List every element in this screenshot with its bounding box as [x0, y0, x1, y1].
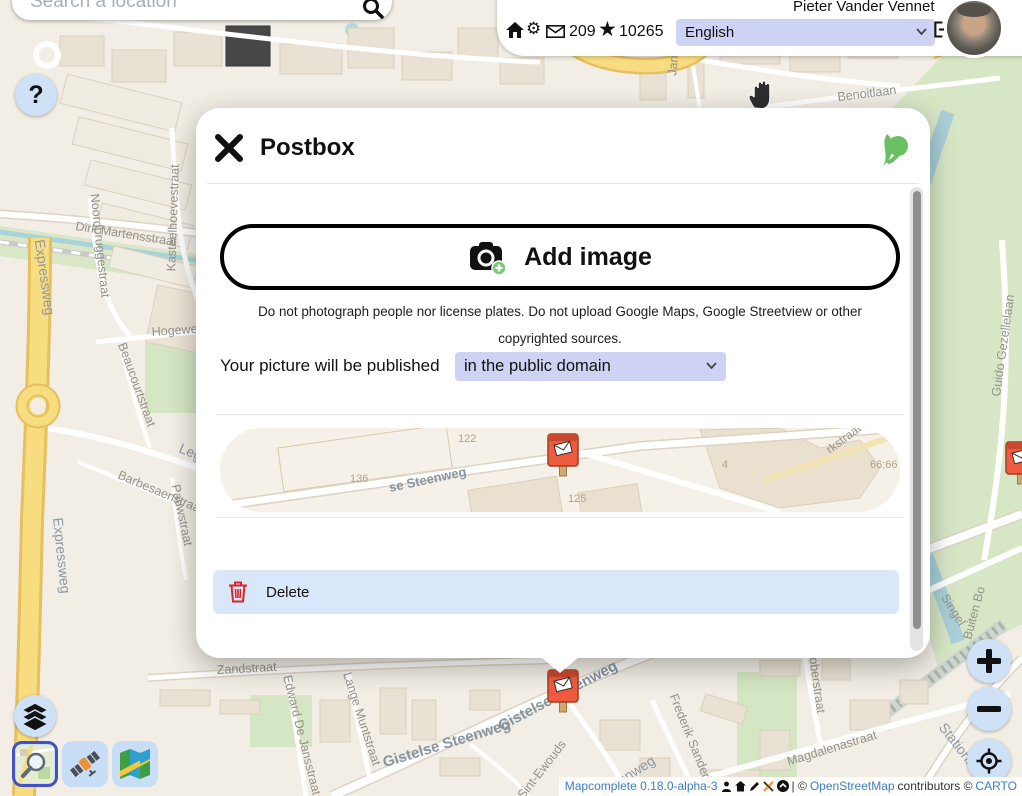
messages-count: 209 [569, 23, 596, 41]
housenumber: 66;66 [870, 459, 898, 471]
folded-map-icon [116, 745, 154, 783]
license-select[interactable]: in the public domain [455, 352, 726, 381]
carto-link[interactable]: CARTO [975, 779, 1017, 793]
search-bar[interactable] [12, 0, 392, 20]
language-select[interactable]: English [676, 19, 935, 46]
trash-icon [228, 581, 248, 603]
plus-icon [977, 649, 1001, 673]
divider [216, 517, 904, 518]
contributors-text: contributors © [898, 779, 973, 793]
attribution-divider: | © [792, 779, 807, 793]
theme-button-aerial[interactable] [62, 741, 108, 787]
scrollbar-thumb[interactable] [913, 191, 921, 629]
user-panel: Pieter Vander Vennet ⚙ 209 ★ 10265 Engli… [497, 0, 1022, 56]
popup-scrollbar[interactable] [910, 187, 923, 651]
divider [207, 183, 919, 184]
location-minimap[interactable]: 122 136 125 4 66;66 se Steenweg rkstraat [220, 428, 900, 512]
add-image-button[interactable]: Add image [220, 224, 900, 290]
chevron-down-icon [706, 362, 717, 369]
statistics-icon [763, 781, 774, 792]
license-prefix: Your picture will be published [220, 356, 440, 376]
camera-plus-icon [468, 238, 508, 276]
housenumber: 125 [568, 493, 586, 505]
theme-button-folded-map[interactable] [112, 741, 158, 787]
layers-button[interactable] [14, 695, 56, 737]
add-image-label: Add image [524, 243, 652, 272]
chevron-down-icon [916, 28, 927, 35]
divider [216, 414, 904, 415]
help-button[interactable]: ? [15, 74, 57, 116]
osm-map-icon [16, 745, 54, 783]
minus-icon [977, 697, 1001, 721]
gear-icon[interactable]: ⚙ [526, 20, 541, 37]
avatar[interactable] [947, 1, 1001, 55]
zoom-in-button[interactable] [967, 639, 1011, 683]
close-icon[interactable] [214, 133, 244, 163]
license-selected: in the public domain [464, 357, 611, 376]
circle-arrow-icon [777, 780, 789, 792]
language-selected: English [685, 24, 734, 41]
popup-title: Postbox [260, 134, 355, 162]
home-icon[interactable] [506, 22, 524, 39]
mapcomplete-version-link[interactable]: Mapcomplete 0.18.0-alpha-3 [565, 779, 718, 793]
search-icon[interactable] [362, 0, 384, 19]
envelope-icon[interactable] [546, 25, 565, 38]
crosshair-icon [976, 748, 1002, 774]
stars-count: 10265 [619, 23, 664, 41]
layers-icon [21, 702, 49, 730]
housenumber: 4 [722, 459, 728, 471]
postbox-popup: Postbox Add image Do not photograph peop… [196, 108, 930, 658]
attribution-bar: Mapcomplete 0.18.0-alpha-3 | © OpenStree… [559, 777, 1022, 796]
delete-button[interactable]: Delete [213, 570, 899, 614]
osm-link[interactable]: OpenStreetMap [810, 779, 895, 793]
pencil-icon [749, 781, 760, 792]
theme-button-osm[interactable] [12, 741, 58, 787]
help-label: ? [28, 81, 43, 110]
delete-label: Delete [266, 584, 309, 601]
search-input[interactable] [28, 0, 362, 20]
housenumber: 136 [350, 473, 368, 485]
zoom-out-button[interactable] [967, 687, 1011, 731]
housenumber: 122 [458, 433, 476, 445]
building-icon [735, 781, 746, 792]
mapcomplete-logo-icon [875, 132, 911, 168]
image-upload-note: Do not photograph people nor license pla… [226, 298, 894, 352]
popup-pointer [541, 657, 579, 673]
username: Pieter Vander Vennet [793, 0, 935, 15]
satellite-icon [66, 745, 104, 783]
star-icon: ★ [598, 19, 617, 40]
community-icon [721, 781, 732, 792]
